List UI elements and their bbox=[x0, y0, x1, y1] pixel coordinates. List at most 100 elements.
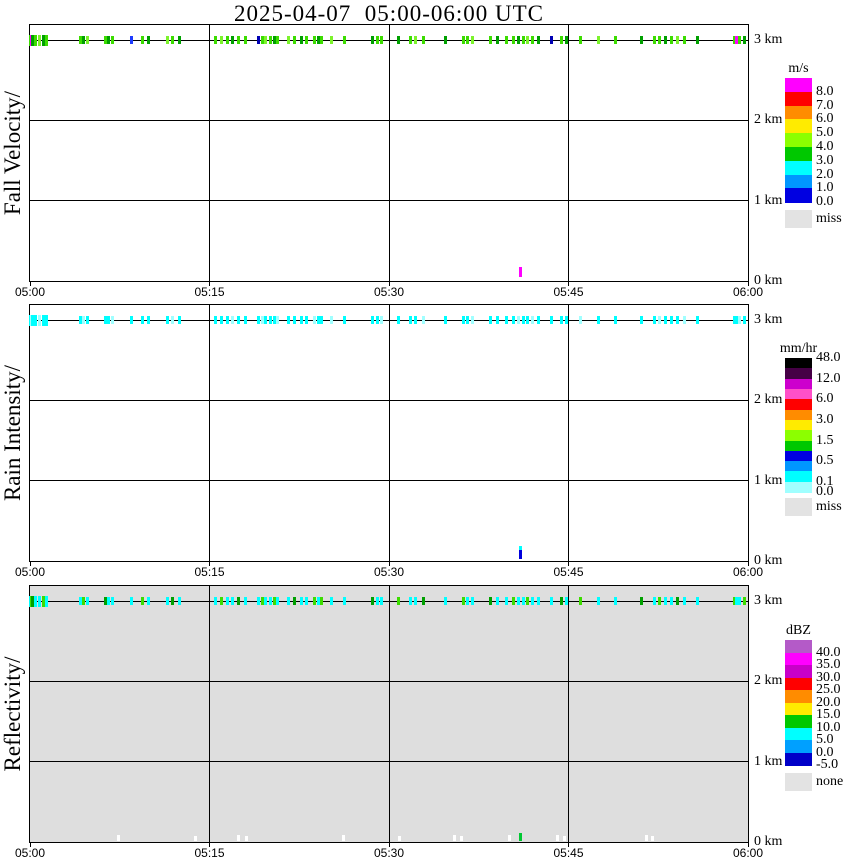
low-level-mark bbox=[519, 267, 523, 277]
echo-mark bbox=[85, 316, 89, 324]
echo-mark bbox=[669, 316, 673, 324]
echo-mark bbox=[550, 597, 554, 605]
echo-mark bbox=[738, 316, 742, 324]
echo-mark bbox=[300, 597, 304, 605]
low-level-mark bbox=[644, 835, 648, 841]
echo-mark bbox=[471, 597, 475, 605]
echo-mark bbox=[742, 36, 746, 44]
echo-mark bbox=[330, 316, 334, 324]
echo-mark bbox=[272, 597, 276, 605]
echo-mark bbox=[140, 316, 144, 324]
echo-mark bbox=[683, 597, 687, 605]
echo-mark bbox=[489, 316, 493, 324]
time-gridline bbox=[388, 586, 390, 842]
altitude-tick-label: 3 km bbox=[754, 32, 783, 47]
echo-mark bbox=[243, 36, 247, 44]
altitude-gridline bbox=[30, 119, 748, 121]
colorbar-segment bbox=[785, 147, 812, 162]
echo-mark bbox=[269, 36, 273, 44]
echo-mark bbox=[292, 316, 296, 324]
echo-mark bbox=[742, 597, 746, 605]
colorbar-segment bbox=[785, 450, 812, 462]
echo-mark bbox=[170, 36, 174, 44]
echo-mark bbox=[260, 597, 264, 605]
echo-mark bbox=[320, 597, 324, 605]
echo-mark bbox=[343, 316, 347, 324]
echo-mark bbox=[511, 597, 515, 605]
echo-mark bbox=[269, 597, 273, 605]
echo-mark bbox=[409, 597, 413, 605]
echo-mark bbox=[146, 36, 150, 44]
echo-mark bbox=[85, 36, 89, 44]
echo-mark bbox=[286, 316, 290, 324]
time-gridline bbox=[568, 586, 569, 842]
echo-mark bbox=[269, 316, 273, 324]
altitude-gridline bbox=[30, 761, 748, 763]
echo-mark bbox=[313, 597, 317, 605]
echo-mark bbox=[504, 597, 508, 605]
echo-mark bbox=[734, 597, 738, 605]
echo-mark bbox=[243, 597, 247, 605]
echo-mark bbox=[107, 36, 111, 44]
echo-mark bbox=[330, 597, 334, 605]
echo-mark bbox=[657, 316, 661, 324]
echo-mark bbox=[213, 316, 217, 324]
colorbar-segment bbox=[785, 174, 812, 189]
echo-mark bbox=[559, 597, 563, 605]
echo-mark bbox=[219, 597, 223, 605]
echo-mark bbox=[397, 316, 401, 324]
time-gridline bbox=[209, 25, 210, 281]
echo-mark bbox=[613, 316, 617, 324]
echo-mark bbox=[304, 36, 308, 44]
colorbar-unit-ms: m/s bbox=[788, 61, 809, 76]
x-tick-label: 05:00 bbox=[14, 846, 46, 860]
colorbar-segment bbox=[785, 409, 812, 421]
echo-mark bbox=[264, 597, 268, 605]
echo-mark bbox=[219, 36, 223, 44]
echo-mark bbox=[38, 595, 42, 607]
echo-mark bbox=[107, 316, 111, 324]
echo-mark bbox=[657, 597, 661, 605]
echo-mark bbox=[236, 597, 240, 605]
ylabel-fall-velocity: Fall Velocity/ bbox=[0, 90, 25, 216]
x-tick-label: 05:45 bbox=[553, 565, 584, 579]
echo-mark bbox=[370, 597, 374, 605]
echo-mark bbox=[166, 316, 170, 324]
x-tick-label: 05:15 bbox=[194, 565, 225, 579]
ylabel-rain-intensity: Rain Intensity/ bbox=[0, 364, 25, 502]
echo-mark bbox=[596, 597, 600, 605]
echo-mark bbox=[653, 316, 657, 324]
echo-mark bbox=[78, 597, 82, 605]
echo-mark bbox=[230, 597, 234, 605]
echo-mark bbox=[537, 316, 541, 324]
altitude-gridline bbox=[30, 680, 748, 682]
echo-mark bbox=[422, 36, 426, 44]
colorbar-segment bbox=[785, 188, 812, 203]
colorbar-missing-swatch bbox=[785, 498, 812, 516]
colorbar-tick-label: 48.0 bbox=[816, 350, 841, 365]
colorbar-segment bbox=[785, 702, 812, 716]
altitude-tick-label: 3 km bbox=[754, 593, 783, 608]
echo-mark bbox=[219, 316, 223, 324]
echo-mark bbox=[504, 36, 508, 44]
echo-mark bbox=[550, 36, 554, 44]
colorbar-segment bbox=[785, 378, 812, 390]
echo-mark bbox=[236, 316, 240, 324]
colorbar-segment bbox=[785, 481, 812, 493]
echo-mark bbox=[675, 597, 679, 605]
echo-mark bbox=[380, 597, 384, 605]
echo-mark bbox=[213, 36, 217, 44]
echo-mark bbox=[313, 36, 317, 44]
low-level-mark bbox=[460, 836, 464, 841]
echo-mark bbox=[413, 316, 417, 324]
echo-mark bbox=[41, 595, 45, 607]
colorbar-segment bbox=[785, 727, 812, 741]
echo-mark bbox=[260, 36, 264, 44]
echo-mark bbox=[375, 316, 379, 324]
colorbar-tick-label: 3.0 bbox=[816, 411, 834, 427]
echo-mark bbox=[526, 597, 530, 605]
echo-mark bbox=[564, 316, 568, 324]
echo-mark bbox=[683, 316, 687, 324]
echo-mark bbox=[370, 316, 374, 324]
echo-mark bbox=[82, 316, 86, 324]
